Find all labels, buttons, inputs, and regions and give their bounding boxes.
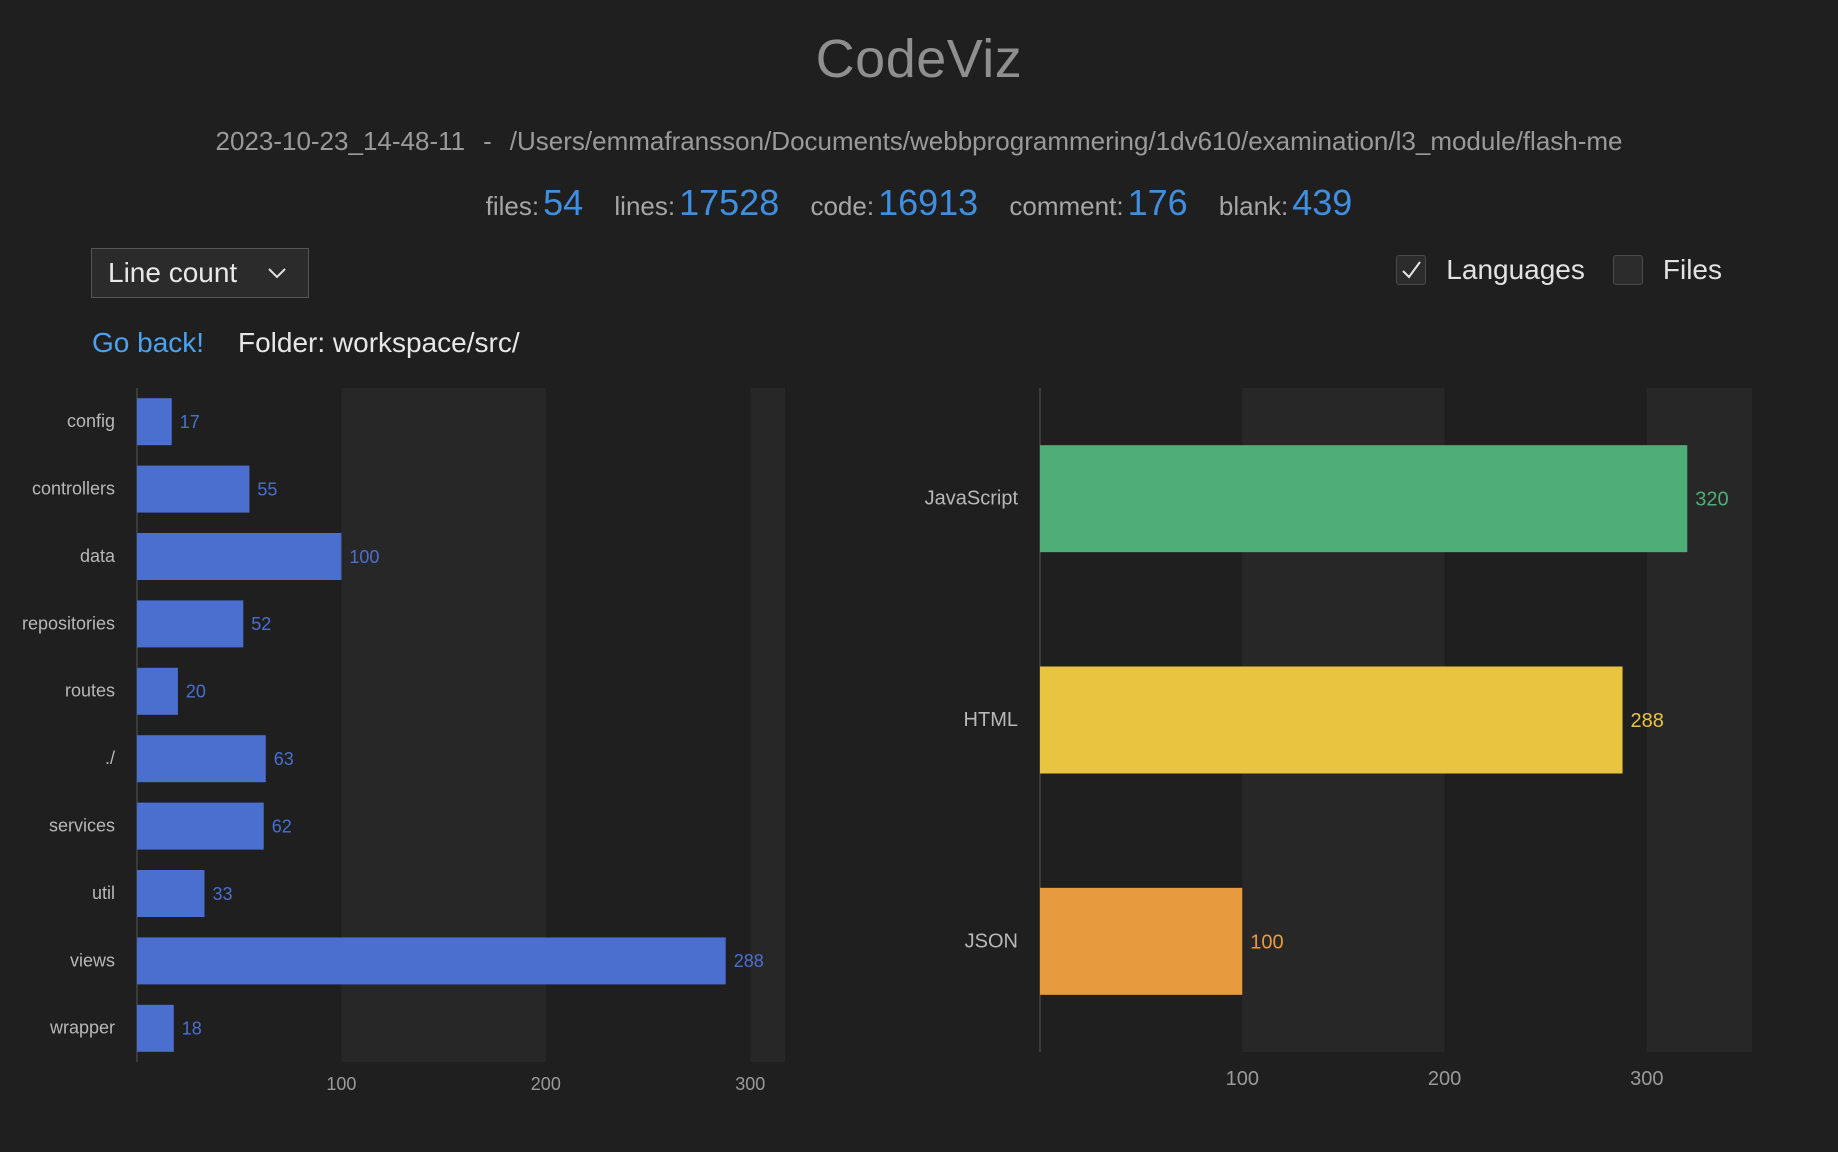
folder-category-label: config — [67, 411, 115, 431]
x-tick-label: 200 — [531, 1074, 561, 1094]
folder-bar — [137, 667, 178, 715]
x-tick-label: 200 — [1428, 1068, 1461, 1090]
folder-value-label: 63 — [274, 749, 294, 769]
folder-value-label: 100 — [349, 547, 379, 567]
folder-value-label: 62 — [272, 816, 292, 836]
folder-category-label: controllers — [32, 479, 115, 499]
folder-value-label: 52 — [251, 614, 271, 634]
language-value-label: 100 — [1250, 931, 1283, 953]
language-category-label: JSON — [965, 930, 1018, 952]
folder-value-label: 33 — [212, 884, 232, 904]
x-tick-label: 300 — [1630, 1068, 1663, 1090]
folder-bar — [137, 870, 205, 917]
folder-bar — [137, 802, 264, 850]
folder-value-label: 55 — [257, 479, 277, 499]
folder-value-label: 17 — [180, 412, 200, 432]
folder-category-label: data — [80, 546, 116, 566]
language-bar — [1040, 445, 1688, 553]
folder-value-label: 288 — [734, 951, 764, 971]
folder-category-label: services — [49, 816, 115, 836]
charts-canvas: 100 200 300 config 17 controllers 55 data 100 rep… — [22, 388, 1752, 1094]
folder-category-label: util — [92, 883, 115, 903]
folder-value-label: 20 — [186, 682, 206, 702]
x-tick-label: 300 — [735, 1074, 765, 1094]
language-value-label: 320 — [1695, 489, 1728, 511]
folder-category-label: repositories — [22, 613, 115, 633]
folder-category-label: routes — [65, 681, 115, 701]
folder-bar — [137, 533, 342, 580]
folder-category-label: views — [70, 950, 115, 970]
folder-bar — [137, 600, 244, 648]
language-category-label: HTML — [964, 709, 1018, 731]
x-tick-label: 100 — [1226, 1068, 1259, 1090]
folder-bar — [137, 398, 172, 446]
folder-value-label: 18 — [182, 1019, 202, 1039]
language-bar — [1040, 887, 1243, 995]
x-tick-label: 100 — [326, 1074, 356, 1094]
folder-bar — [137, 735, 266, 783]
folder-category-label: wrapper — [49, 1018, 115, 1038]
folder-bar — [137, 937, 726, 985]
language-bar — [1040, 666, 1623, 774]
language-value-label: 288 — [1631, 710, 1664, 732]
folder-category-label: ./ — [105, 748, 115, 768]
folder-bar — [137, 465, 250, 513]
folder-bar — [137, 1004, 174, 1052]
language-category-label: JavaScript — [925, 488, 1019, 510]
